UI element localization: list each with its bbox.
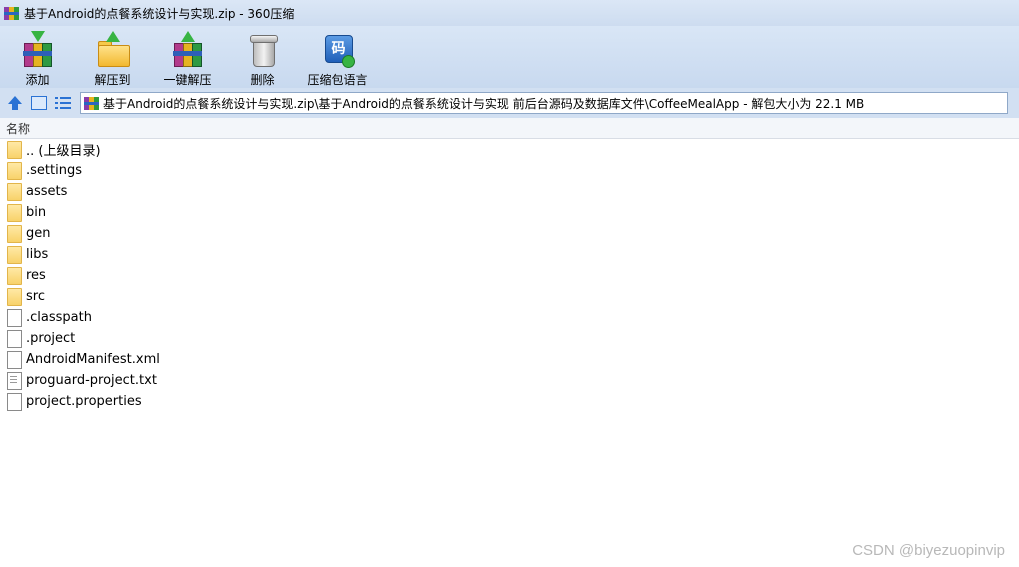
list-view-button[interactable] [54,94,72,112]
list-item[interactable]: bin [0,202,1019,223]
list-item-name: res [26,268,46,283]
add-button[interactable]: 添加 [0,26,75,88]
one-click-extract-button[interactable]: 一键解压 [150,26,225,88]
list-item[interactable]: project.properties [0,391,1019,412]
list-view-icon [55,96,71,110]
list-item-name: bin [26,205,47,220]
folder-icon [7,203,22,222]
one-click-extract-icon [170,31,206,67]
list-item-name: proguard-project.txt [26,373,157,388]
path-text: 基于Android的点餐系统设计与实现.zip\基于Android的点餐系统设计… [103,96,865,111]
list-item[interactable]: assets [0,181,1019,202]
list-item-name: AndroidManifest.xml [26,352,160,367]
list-item-name: .settings [26,163,82,178]
list-item-name: libs [26,247,49,262]
list-item[interactable]: src [0,286,1019,307]
extract-to-button[interactable]: 解压到 [75,26,150,88]
one-click-extract-button-label: 一键解压 [163,73,212,87]
up-level-button[interactable] [6,94,24,112]
file-icon [7,350,22,369]
folder-icon [7,224,22,243]
list-item-name: gen [26,226,51,241]
list-item[interactable]: AndroidManifest.xml [0,349,1019,370]
archive-path-icon [84,95,100,111]
list-item[interactable]: .settings [0,160,1019,181]
title-bar: 基于Android的点餐系统设计与实现.zip - 360压缩 [0,0,1019,26]
list-item-name: assets [26,184,68,199]
list-item[interactable]: .. (上级目录) [0,139,1019,160]
list-item-name: project.properties [26,394,142,409]
list-item[interactable]: .project [0,328,1019,349]
list-item[interactable]: .classpath [0,307,1019,328]
code-language-icon: 码 [320,31,356,68]
list-item-name: .project [26,331,76,346]
text-file-icon [7,371,22,390]
delete-button[interactable]: 删除 [225,26,300,88]
folder-icon [7,245,22,264]
list-item-name: src [26,289,45,304]
list-item[interactable]: gen [0,223,1019,244]
archive-app-icon [4,5,20,21]
folder-icon [7,140,22,159]
toolbar: 添加 解压到 一键解压 删除 码 压缩包语言 [0,26,1019,88]
extract-folder-icon [95,31,131,67]
list-item[interactable]: proguard-project.txt [0,370,1019,391]
column-header-name[interactable]: 名称 [6,120,30,137]
folder-icon [7,182,22,201]
path-field[interactable]: 基于Android的点餐系统设计与实现.zip\基于Android的点餐系统设计… [80,92,1008,114]
folder-icon [7,287,22,306]
list-item[interactable]: res [0,265,1019,286]
thumbnail-view-button[interactable] [30,94,48,112]
file-icon [7,392,22,411]
address-bar: 基于Android的点餐系统设计与实现.zip\基于Android的点餐系统设计… [0,88,1019,118]
add-archive-icon [20,31,56,67]
file-icon [7,308,22,327]
list-item[interactable]: libs [0,244,1019,265]
thumbnail-view-icon [31,96,47,110]
archive-language-button[interactable]: 码 压缩包语言 [300,26,375,88]
file-icon [7,329,22,348]
window-title: 基于Android的点餐系统设计与实现.zip - 360压缩 [24,6,295,21]
file-list: .. (上级目录) .settings assets bin gen libs … [0,139,1019,412]
folder-icon [7,161,22,180]
trash-icon [245,31,281,67]
list-item-name: .. (上级目录) [26,144,101,159]
watermark: CSDN @biyezuopinvip [852,542,1005,559]
column-header: 名称 [0,118,1019,139]
archive-language-button-label: 压缩包语言 [307,73,368,87]
folder-icon [7,266,22,285]
delete-button-label: 删除 [250,73,275,87]
add-button-label: 添加 [25,73,50,87]
extract-to-button-label: 解压到 [94,73,131,87]
list-item-name: .classpath [26,310,92,325]
